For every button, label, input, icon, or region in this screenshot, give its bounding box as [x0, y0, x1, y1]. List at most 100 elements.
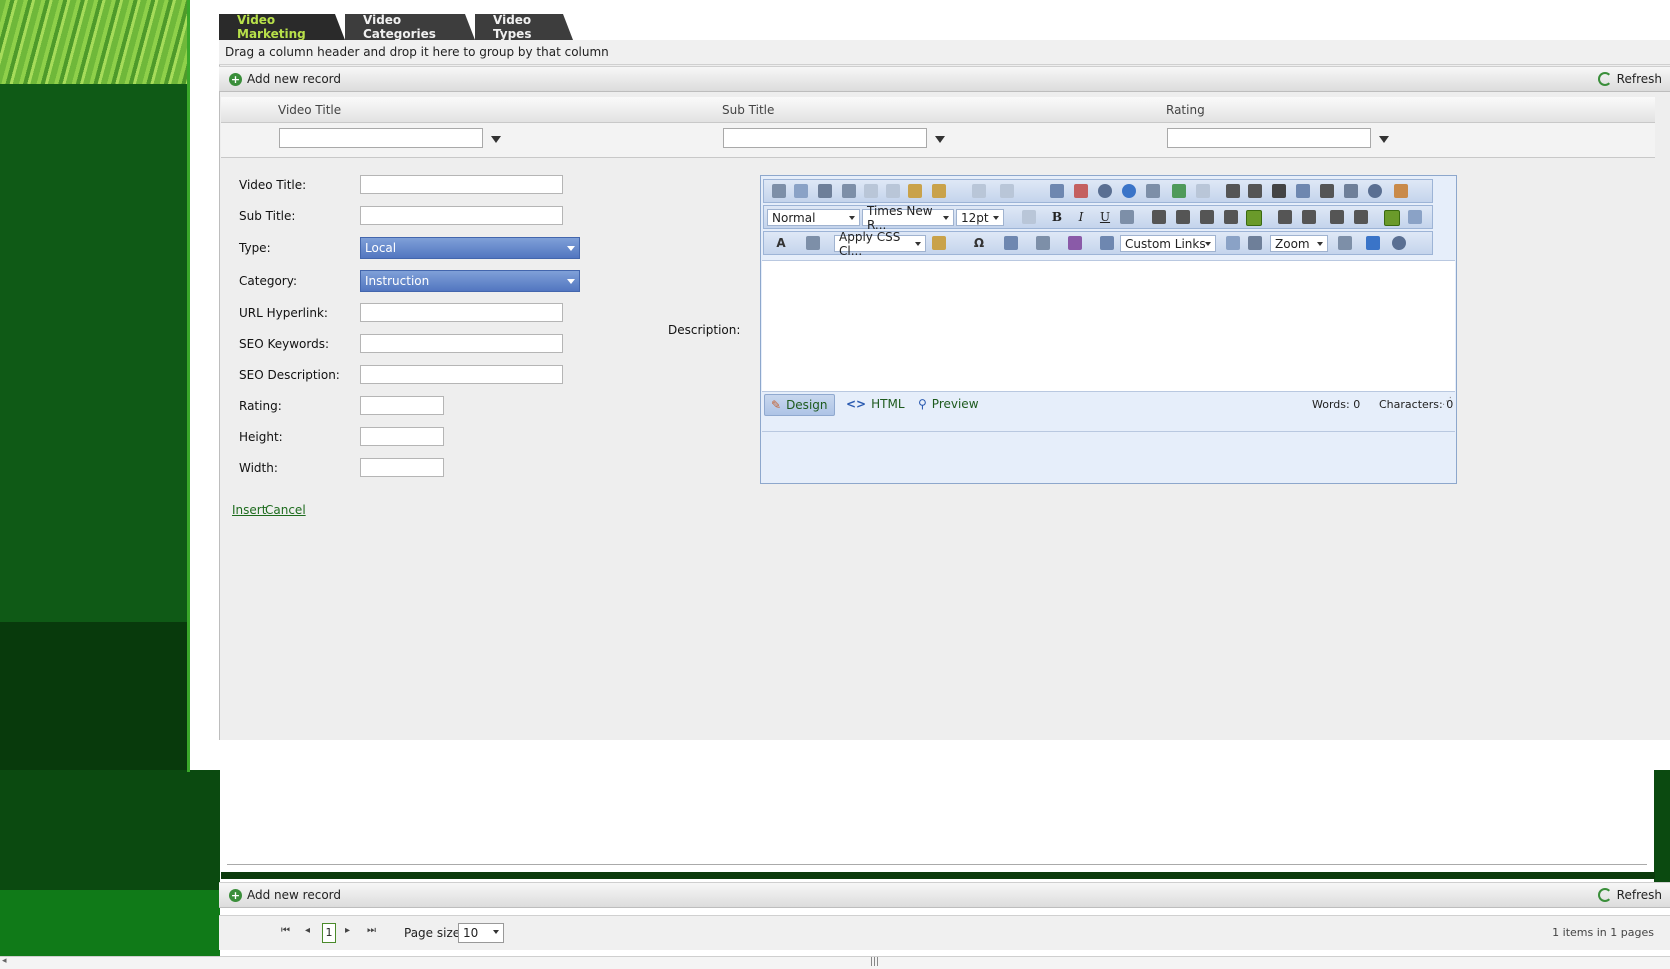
convert-lower-icon[interactable]	[1226, 236, 1240, 250]
justify-icon[interactable]	[1224, 210, 1238, 224]
flash-manager-icon[interactable]	[1098, 184, 1112, 198]
print-icon[interactable]	[772, 184, 786, 198]
horizontal-scrollbar[interactable]: ◂ |||	[0, 956, 1670, 969]
image-manager-icon[interactable]	[1050, 184, 1064, 198]
italic-icon[interactable]: I	[1074, 210, 1088, 224]
bulleted-list-icon[interactable]	[1354, 210, 1368, 224]
preview-mode-tab[interactable]: ⚲ Preview	[912, 394, 985, 414]
seo-keywords-input[interactable]	[360, 334, 563, 353]
page-size-select[interactable]: 10	[458, 923, 504, 943]
bold-icon[interactable]: B	[1050, 210, 1064, 224]
first-page-icon[interactable]: ⏮	[281, 925, 290, 936]
insert-time-icon[interactable]	[1368, 184, 1382, 198]
indent-icon[interactable]	[1302, 210, 1316, 224]
column-header-video-title[interactable]: Video Title	[278, 103, 341, 117]
refresh-button[interactable]: Refresh	[1597, 72, 1662, 86]
align-right-icon[interactable]	[1200, 210, 1214, 224]
add-new-record-button[interactable]: + Add new record	[229, 72, 341, 86]
add-new-record-button[interactable]: + Add new record	[229, 888, 341, 902]
redo-icon[interactable]	[1000, 184, 1014, 198]
paste-icon[interactable]	[908, 184, 922, 198]
fore-color-icon[interactable]: A	[774, 236, 788, 250]
align-left-icon[interactable]	[1152, 210, 1166, 224]
resize-grip-icon[interactable]: ⋰	[1442, 396, 1452, 407]
group-panel[interactable]: Drag a column header and drop it here to…	[219, 40, 1670, 65]
insert-snippet-icon[interactable]	[1036, 236, 1050, 250]
paste-options-icon[interactable]	[932, 184, 946, 198]
width-input[interactable]	[360, 458, 444, 477]
font-name-select[interactable]: Times New R...	[862, 204, 954, 232]
hyperlink-icon[interactable]	[1172, 184, 1186, 198]
category-select[interactable]: Instruction	[360, 270, 580, 292]
html-mode-tab[interactable]: <> HTML	[840, 394, 911, 414]
convert-upper-icon[interactable]	[1248, 236, 1262, 250]
filter-input-video-title[interactable]	[279, 128, 483, 148]
undo-icon[interactable]	[972, 184, 986, 198]
tab-video-categories[interactable]: Video Categories	[345, 14, 475, 40]
image-map-icon[interactable]	[1074, 184, 1088, 198]
seo-description-input[interactable]	[360, 365, 563, 384]
remove-link-icon[interactable]	[1196, 184, 1210, 198]
help-icon[interactable]	[1392, 236, 1406, 250]
prev-page-icon[interactable]: ◂	[305, 925, 310, 936]
module-manager-icon[interactable]	[1338, 236, 1352, 250]
apply-css-class-select[interactable]: Apply CSS Cl...	[834, 230, 926, 258]
height-input[interactable]	[360, 427, 444, 446]
last-page-icon[interactable]: ⏭	[367, 925, 376, 936]
filter-input-rating[interactable]	[1167, 128, 1371, 148]
superscript-icon[interactable]	[1226, 184, 1240, 198]
refresh-button[interactable]: Refresh	[1597, 888, 1662, 902]
insert-date-icon[interactable]	[1344, 184, 1358, 198]
image-properties-icon[interactable]	[1100, 236, 1114, 250]
format-painter-icon[interactable]	[1022, 210, 1036, 224]
insert-link[interactable]: Insert	[232, 503, 266, 517]
filter-icon[interactable]	[491, 136, 501, 143]
sub-title-input[interactable]	[360, 206, 563, 225]
column-header-rating[interactable]: Rating	[1166, 103, 1205, 117]
video-title-input[interactable]	[360, 175, 563, 194]
scroll-thumb-grip[interactable]: |||	[870, 957, 879, 967]
about-dialog-icon[interactable]	[1366, 236, 1380, 250]
design-mode-tab[interactable]: ✎ Design	[764, 394, 835, 416]
cut-icon[interactable]	[864, 184, 878, 198]
align-center-icon[interactable]	[1176, 210, 1190, 224]
type-select[interactable]: Local	[360, 237, 580, 259]
zoom-select[interactable]: Zoom	[1270, 235, 1328, 252]
symbol-icon[interactable]: Ω	[972, 236, 986, 250]
document-manager-icon[interactable]	[1146, 184, 1160, 198]
remove-alignment-icon[interactable]	[1246, 210, 1262, 226]
select-all-icon[interactable]	[842, 184, 856, 198]
font-size-select[interactable]: 12pt	[956, 209, 1004, 226]
xhtml-validator-icon[interactable]	[1408, 210, 1422, 224]
paragraph-icon[interactable]	[1272, 184, 1286, 198]
next-page-icon[interactable]: ▸	[345, 925, 350, 936]
back-color-icon[interactable]	[806, 236, 820, 250]
column-header-sub-title[interactable]: Sub Title	[722, 103, 774, 117]
filter-icon[interactable]	[1379, 136, 1389, 143]
tab-video-marketing[interactable]: Video Marketing	[219, 14, 345, 40]
paragraph-style-select[interactable]: Normal	[767, 209, 860, 226]
url-hyperlink-input[interactable]	[360, 303, 563, 322]
insert-form-element-icon[interactable]	[1068, 236, 1082, 250]
find-replace-icon[interactable]	[818, 184, 832, 198]
filter-icon[interactable]	[935, 136, 945, 143]
media-manager-icon[interactable]	[1122, 184, 1136, 198]
numbered-list-icon[interactable]	[1330, 210, 1344, 224]
current-page-button[interactable]: 1	[322, 923, 336, 943]
custom-links-select[interactable]: Custom Links	[1120, 235, 1216, 252]
rating-input[interactable]	[360, 396, 444, 415]
format-stripper-icon[interactable]	[1394, 184, 1408, 198]
subscript-icon[interactable]	[1248, 184, 1262, 198]
toggle-borders-icon[interactable]	[1384, 210, 1400, 226]
horizontal-rule-icon[interactable]	[1320, 184, 1334, 198]
editor-content-area[interactable]	[762, 260, 1455, 392]
copy-icon[interactable]	[886, 184, 900, 198]
cancel-link[interactable]: Cancel	[265, 503, 306, 517]
spellcheck-icon[interactable]	[794, 184, 808, 198]
format-brush-icon[interactable]	[932, 236, 946, 250]
scroll-left-icon[interactable]: ◂	[2, 956, 7, 966]
underline-icon[interactable]: U	[1098, 210, 1112, 224]
outdent-icon[interactable]	[1278, 210, 1292, 224]
insert-table-icon[interactable]	[1004, 236, 1018, 250]
strikethrough-icon[interactable]	[1120, 210, 1134, 224]
